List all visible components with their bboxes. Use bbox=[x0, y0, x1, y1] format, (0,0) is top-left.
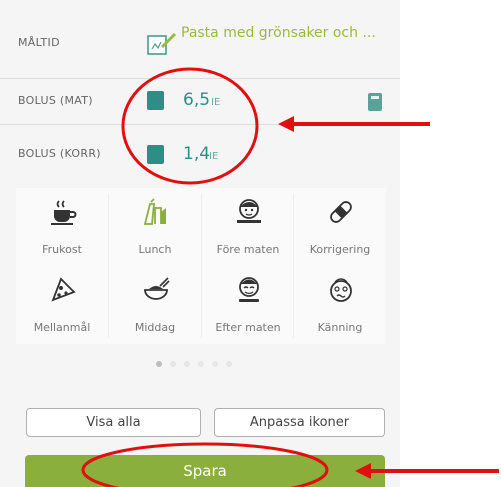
page-dot[interactable] bbox=[226, 361, 232, 367]
category-tile-efter-maten[interactable]: Efter maten bbox=[202, 266, 294, 344]
dizzy-face-icon bbox=[330, 278, 352, 302]
bolus-food-label: BOLUS (MAT) bbox=[18, 94, 93, 107]
app-screen: MÅLTID Pasta med grönsaker och ... BOLUS… bbox=[0, 0, 400, 487]
page-dot[interactable] bbox=[184, 361, 190, 367]
customize-icons-button[interactable]: Anpassa ikoner bbox=[214, 408, 385, 437]
category-tile-middag[interactable]: Middag bbox=[109, 266, 201, 344]
pizza-slice-icon bbox=[51, 277, 76, 302]
save-button[interactable]: Spara bbox=[25, 455, 385, 487]
show-all-button[interactable]: Visa alla bbox=[26, 408, 201, 437]
meal-name: Pasta med grönsaker och ... bbox=[181, 25, 376, 41]
bolus-food-unit: IE bbox=[211, 97, 221, 108]
bandage-icon bbox=[330, 201, 352, 223]
insulin-pen-icon bbox=[147, 91, 164, 110]
page-dot[interactable] bbox=[198, 361, 204, 367]
category-tile-lunch[interactable]: Lunch bbox=[109, 188, 201, 266]
after-meal-face-icon bbox=[239, 277, 259, 302]
bolus-food-row[interactable]: BOLUS (MAT) 6,5 IE bbox=[0, 79, 400, 123]
bolus-corr-label: BOLUS (KORR) bbox=[18, 147, 101, 160]
category-label: Korrigering bbox=[309, 243, 371, 256]
category-label: Efter maten bbox=[215, 321, 281, 334]
category-label: Lunch bbox=[138, 243, 172, 256]
meal-note-icon bbox=[147, 33, 176, 55]
page-dot[interactable] bbox=[156, 361, 162, 367]
category-tile-fore-maten[interactable]: Före maten bbox=[202, 188, 294, 266]
before-meal-face-icon bbox=[237, 199, 261, 223]
page-dot[interactable] bbox=[170, 361, 176, 367]
calculator-icon[interactable] bbox=[368, 93, 382, 111]
category-label: Före maten bbox=[216, 243, 280, 256]
category-tile-mellanmal[interactable]: Mellanmål bbox=[16, 266, 108, 344]
category-tile-kanning[interactable]: Känning bbox=[294, 266, 386, 344]
bolus-corr-unit: IE bbox=[209, 151, 219, 162]
category-tile-frukost[interactable]: Frukost bbox=[16, 188, 108, 266]
category-label: Middag bbox=[134, 321, 176, 334]
page-dot[interactable] bbox=[212, 361, 218, 367]
category-tile-korrigering[interactable]: Korrigering bbox=[294, 188, 386, 266]
insulin-pen-icon bbox=[147, 145, 164, 164]
meal-label: MÅLTID bbox=[18, 36, 60, 49]
lunch-icon bbox=[143, 198, 166, 225]
bolus-corr-row[interactable]: BOLUS (KORR) 1,4 IE bbox=[0, 125, 400, 177]
category-label: Mellanmål bbox=[33, 321, 91, 334]
category-label: Känning bbox=[317, 321, 363, 334]
bolus-food-value: 6,5 bbox=[183, 90, 211, 110]
category-grid: Frukost Lunch Före maten Korrigering Mel… bbox=[16, 188, 386, 344]
bolus-corr-value: 1,4 bbox=[183, 144, 211, 164]
dinner-bowl-icon bbox=[144, 277, 170, 300]
coffee-cup-icon bbox=[51, 200, 77, 225]
page-indicator bbox=[156, 352, 240, 371]
meal-row[interactable]: MÅLTID Pasta med grönsaker och ... bbox=[0, 0, 400, 78]
category-label: Frukost bbox=[42, 243, 82, 256]
